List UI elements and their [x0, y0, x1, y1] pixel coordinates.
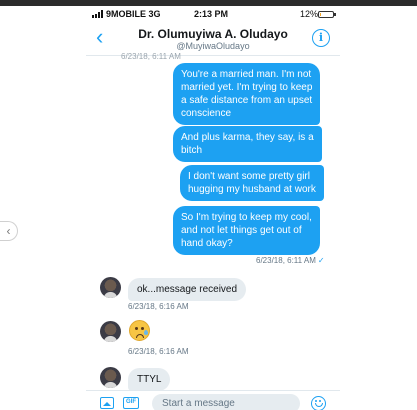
outgoing-message: So I'm trying to keep my cool, and not le… [173, 206, 320, 255]
message-composer: GIF Start a message [86, 390, 340, 410]
outgoing-message: You're a married man. I'm not married yet… [173, 63, 321, 125]
battery-icon [318, 11, 336, 18]
avatar[interactable] [100, 367, 121, 388]
phone-screen: 9MOBILE 3G 2:13 PM 12% ‹ Dr. Olumuyiwa A… [86, 6, 340, 410]
info-button[interactable]: i [312, 29, 330, 47]
incoming-timestamp: 6/23/18, 6:16 AM [128, 302, 189, 311]
contact-handle: @MuyiwaOludayo [176, 41, 250, 51]
battery-percent: 12% [300, 9, 319, 19]
chevron-left-icon: ‹ [6, 224, 11, 238]
clock: 2:13 PM [194, 9, 229, 19]
contact-name: Dr. Olumuyiwa A. Oludayo [138, 27, 288, 41]
read-check-icon: ✓ [317, 256, 325, 265]
incoming-timestamp: 6/23/18, 6:16 AM [128, 347, 189, 356]
outgoing-timestamp: 6/23/18, 6:11 AM ✓ [256, 256, 325, 265]
smiley-icon[interactable] [311, 396, 326, 410]
message-input[interactable]: Start a message [152, 394, 300, 410]
incoming-message: TTYL [128, 368, 171, 391]
right-margin [340, 6, 417, 410]
carrier-label: 9MOBILE 3G [106, 9, 161, 19]
outgoing-message: And plus karma, they say, is a bitch [173, 126, 322, 162]
crying-face-emoji [129, 320, 150, 341]
incoming-message: ok...message received [128, 278, 247, 301]
avatar[interactable] [100, 321, 121, 342]
signal-icon [92, 10, 103, 18]
image-icon[interactable] [100, 397, 114, 409]
gif-button[interactable]: GIF [123, 397, 139, 409]
partial-timestamp: 6/23/18, 6:11 AM [121, 52, 181, 61]
avatar[interactable] [100, 277, 121, 298]
outgoing-message: I don't want some pretty girl hugging my … [180, 165, 324, 201]
status-bar: 9MOBILE 3G 2:13 PM 12% [86, 6, 340, 24]
left-margin [0, 6, 85, 410]
